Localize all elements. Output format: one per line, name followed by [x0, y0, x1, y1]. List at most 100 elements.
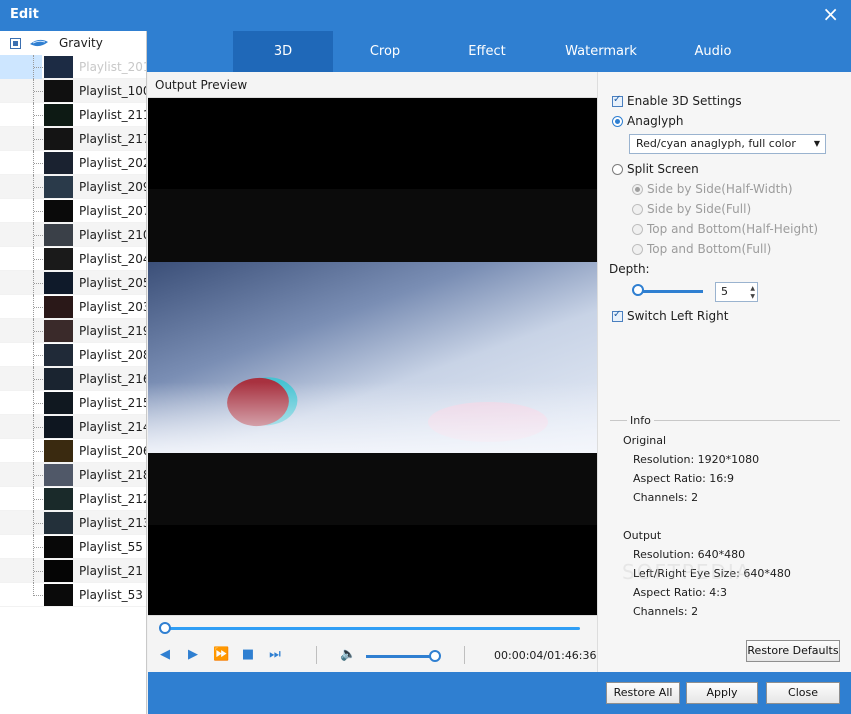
- tab-bar: 3D Crop Effect Watermark Audio: [147, 31, 851, 72]
- anaglyph-select[interactable]: Red/cyan anaglyph, full color ▼: [629, 134, 826, 154]
- playlist-item[interactable]: Playlist_218: [0, 463, 146, 487]
- depth-slider-handle[interactable]: [632, 284, 644, 296]
- playlist-item[interactable]: Playlist_213: [0, 511, 146, 535]
- chevron-down-icon[interactable]: ▼: [750, 293, 755, 300]
- stop-icon[interactable]: ■: [241, 648, 255, 662]
- apply-button[interactable]: Apply: [686, 682, 758, 704]
- anaglyph-select-value: Red/cyan anaglyph, full color: [636, 137, 796, 150]
- split-screen-radio[interactable]: [612, 164, 623, 175]
- tab-effect[interactable]: Effect: [437, 31, 537, 72]
- playlist-name: Playlist_211: [79, 108, 147, 122]
- skip-back-icon[interactable]: ◀: [158, 648, 172, 662]
- split-option-radio[interactable]: [632, 244, 643, 255]
- playlist-item[interactable]: Playlist_217: [0, 127, 146, 151]
- depth-slider-track[interactable]: [635, 290, 703, 293]
- tree-branch-line: [33, 271, 43, 295]
- playlist-item[interactable]: Playlist_212: [0, 487, 146, 511]
- volume-icon[interactable]: 🔈: [340, 648, 356, 662]
- volume-handle[interactable]: [429, 650, 441, 662]
- playlist-name: Playlist_202: [79, 156, 147, 170]
- progress-track[interactable]: [164, 627, 580, 630]
- tab-watermark[interactable]: Watermark: [551, 31, 651, 72]
- tree-branch-line: [33, 559, 43, 583]
- playlist-name: Playlist_209: [79, 180, 147, 194]
- tree-branch-line: [33, 295, 43, 319]
- playlist-item[interactable]: Playlist_21: [0, 559, 146, 583]
- playlist-thumbnail: [44, 296, 73, 318]
- output-preview-label: Output Preview: [148, 72, 597, 98]
- info-title: Info: [627, 414, 654, 427]
- close-icon[interactable]: ×: [822, 4, 839, 24]
- playlist-item[interactable]: Playlist_206: [0, 439, 146, 463]
- playlist-name: Playlist_201: [79, 60, 147, 74]
- playlist-name: Playlist_203: [79, 300, 147, 314]
- playlist-item[interactable]: Playlist_214: [0, 415, 146, 439]
- tree-branch-line: [33, 367, 43, 391]
- playlist-name: Playlist_204: [79, 252, 147, 266]
- playlist-thumbnail: [44, 488, 73, 510]
- tab-audio[interactable]: Audio: [663, 31, 763, 72]
- volume-track[interactable]: [366, 655, 436, 658]
- play-icon[interactable]: ▶: [186, 648, 200, 662]
- tree-branch-line: [33, 151, 43, 175]
- tree-branch-line: [33, 127, 43, 151]
- restore-defaults-button[interactable]: Restore Defaults: [746, 640, 840, 662]
- chevron-up-icon[interactable]: ▲: [750, 285, 755, 292]
- playlist-item[interactable]: Playlist_207: [0, 199, 146, 223]
- playlist-item[interactable]: Playlist_208: [0, 343, 146, 367]
- tree-root[interactable]: Gravity: [0, 31, 146, 55]
- close-button[interactable]: Close: [766, 682, 840, 704]
- tree-branch-line: [33, 247, 43, 271]
- tree-branch-line: [33, 223, 43, 247]
- preview-image: [148, 262, 597, 453]
- playlist-item[interactable]: Playlist_55: [0, 535, 146, 559]
- tree-branch-line: [33, 199, 43, 223]
- playlist-panel: Gravity Playlist_201 Playlist_100 Playlist…: [0, 31, 147, 714]
- playlist-thumbnail: [44, 56, 73, 78]
- playlist-item[interactable]: Playlist_210: [0, 223, 146, 247]
- depth-value: 5: [721, 285, 728, 298]
- playlist-item[interactable]: Playlist_219: [0, 319, 146, 343]
- enable-3d-checkbox[interactable]: [612, 94, 623, 107]
- fast-forward-icon[interactable]: ⏩: [213, 648, 229, 662]
- split-option-label: Side by Side(Half-Width): [647, 182, 793, 196]
- playlist-item[interactable]: Playlist_202: [0, 151, 146, 175]
- playlist-name: Playlist_21: [79, 564, 143, 578]
- bottom-bar: Restore All Apply Close: [148, 672, 851, 714]
- split-option-radio[interactable]: [632, 224, 643, 235]
- playlist-thumbnail: [44, 536, 73, 558]
- playlist-item[interactable]: Playlist_203: [0, 295, 146, 319]
- playlist-thumbnail: [44, 152, 73, 174]
- playlist-item[interactable]: Playlist_204: [0, 247, 146, 271]
- haze-overlay: [148, 382, 597, 453]
- tab-3d[interactable]: 3D: [233, 31, 333, 72]
- playlist-thumbnail: [44, 584, 73, 606]
- anaglyph-label: Anaglyph: [627, 114, 684, 128]
- depth-stepper[interactable]: 5 ▲ ▼: [715, 282, 758, 302]
- playlist-item[interactable]: Playlist_216: [0, 367, 146, 391]
- playlist-item[interactable]: Playlist_209: [0, 175, 146, 199]
- switch-left-right-checkbox[interactable]: [612, 309, 623, 322]
- tree-branch-line: [33, 487, 43, 511]
- tab-crop[interactable]: Crop: [335, 31, 435, 72]
- original-title: Original: [623, 434, 667, 447]
- playlist-list: Playlist_201 Playlist_100 Playlist_211 Play…: [0, 55, 146, 607]
- playlist-item[interactable]: Playlist_100: [0, 79, 146, 103]
- progress-handle[interactable]: [159, 622, 171, 634]
- skip-forward-icon[interactable]: ⏭: [268, 648, 282, 662]
- playlist-item[interactable]: Playlist_53: [0, 583, 146, 607]
- playlist-item[interactable]: Playlist_205: [0, 271, 146, 295]
- split-option-radio[interactable]: [632, 184, 643, 195]
- playlist-thumbnail: [44, 440, 73, 462]
- output-title: Output: [623, 529, 662, 542]
- split-screen-label: Split Screen: [627, 162, 699, 176]
- playlist-item[interactable]: Playlist_211: [0, 103, 146, 127]
- playlist-name: Playlist_206: [79, 444, 147, 458]
- restore-all-button[interactable]: Restore All: [606, 682, 680, 704]
- playlist-item[interactable]: Playlist_201: [0, 55, 146, 79]
- tree-branch-line: [33, 391, 43, 415]
- split-option-radio[interactable]: [632, 204, 643, 215]
- root-checkbox[interactable]: [10, 38, 21, 49]
- playlist-item[interactable]: Playlist_215: [0, 391, 146, 415]
- anaglyph-radio[interactable]: [612, 116, 623, 127]
